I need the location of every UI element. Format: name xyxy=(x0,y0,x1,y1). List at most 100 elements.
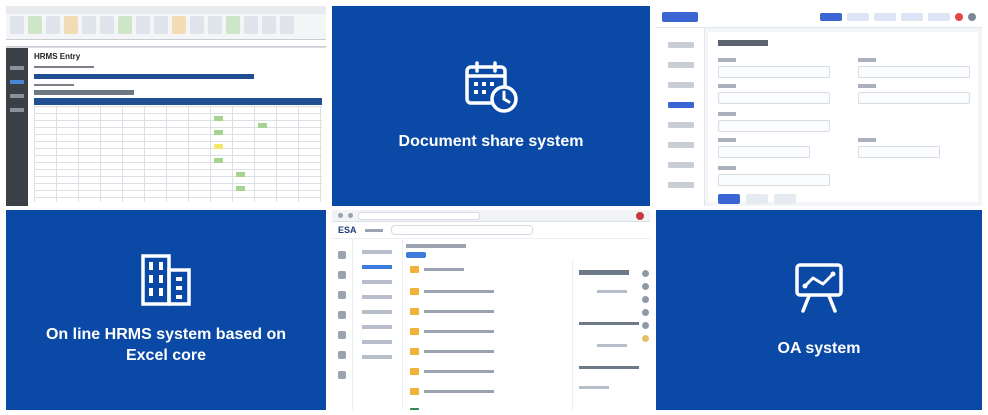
oa-topbar xyxy=(656,6,982,28)
table-header xyxy=(34,98,322,105)
oa-sidebar xyxy=(656,28,705,206)
ribbon-button xyxy=(280,16,294,34)
hrms-tile[interactable]: On line HRMS system based on Excel core xyxy=(6,210,326,410)
notification-badge xyxy=(955,12,963,21)
ribbon-button xyxy=(10,16,24,34)
address-bar xyxy=(358,211,480,220)
oa-system-tile[interactable]: OA system xyxy=(656,210,982,410)
grid-cell xyxy=(258,123,267,128)
search-field xyxy=(390,225,533,235)
panel-message xyxy=(597,290,627,293)
browser-tabbar xyxy=(332,210,650,222)
form-field xyxy=(858,146,940,158)
rail-icon xyxy=(338,311,346,319)
form-field xyxy=(718,174,830,186)
folder-icon xyxy=(410,327,419,335)
tile-label: Document share system xyxy=(398,132,584,150)
form-field xyxy=(718,66,830,78)
folder-icon xyxy=(410,367,419,375)
sidebar-item xyxy=(668,142,694,148)
nav-item xyxy=(362,325,392,329)
rail-icon xyxy=(338,371,346,379)
rail-icon xyxy=(338,331,346,339)
panel-input xyxy=(579,386,609,389)
document-share-tile[interactable]: Document share system xyxy=(332,6,650,206)
grid-cell xyxy=(214,158,223,163)
brand-sub xyxy=(364,228,383,232)
sidebar-item xyxy=(10,66,24,70)
item-name xyxy=(424,309,494,313)
breadcrumb xyxy=(406,244,466,248)
excel-titlebar xyxy=(6,6,326,14)
sheet-filter-bar xyxy=(34,90,134,95)
ribbon-button xyxy=(118,16,132,34)
sheet-banner xyxy=(34,74,254,79)
form-field xyxy=(858,92,970,104)
item-name xyxy=(424,409,494,410)
excel-ribbon xyxy=(6,14,326,40)
data-grid xyxy=(34,106,322,202)
avatar xyxy=(641,322,649,329)
item-name xyxy=(424,329,494,333)
submit-button xyxy=(718,194,740,204)
ribbon-button xyxy=(46,16,60,34)
sheet-text xyxy=(34,66,94,68)
nav-item xyxy=(362,310,392,314)
folder-icon xyxy=(410,307,419,315)
item-name xyxy=(424,267,464,271)
presentation-board-icon xyxy=(791,262,847,314)
sidebar-item xyxy=(668,102,694,108)
panel-title xyxy=(579,270,629,275)
ribbon-button xyxy=(100,16,114,34)
app-toolbar: ESA xyxy=(332,222,650,239)
folder-icon xyxy=(410,265,419,273)
rail-icon xyxy=(338,291,346,299)
nav-item xyxy=(362,265,392,269)
hrms-sidebar xyxy=(6,48,28,206)
ribbon-button xyxy=(28,16,42,34)
ribbon-button xyxy=(172,16,186,34)
tile-label: On line HRMS system based on Excel core xyxy=(45,326,287,364)
new-button xyxy=(406,252,426,258)
item-name xyxy=(424,369,494,373)
chat-panel xyxy=(572,260,640,410)
sidebar-item xyxy=(668,62,694,68)
sidebar-item xyxy=(10,80,24,84)
grid-cell xyxy=(236,172,245,177)
excel-formula-bar xyxy=(6,40,326,47)
ribbon-button xyxy=(226,16,240,34)
list-item xyxy=(410,306,494,316)
tile-label: OA system xyxy=(777,339,861,357)
form-field xyxy=(858,66,970,78)
oa-nav-tab xyxy=(928,12,950,21)
avatar xyxy=(641,335,649,342)
folder-nav xyxy=(354,239,403,410)
ribbon-button xyxy=(208,16,222,34)
excel-file-icon xyxy=(410,407,419,410)
oa-logo xyxy=(662,11,698,22)
list-item xyxy=(410,406,494,410)
folder-icon xyxy=(410,387,419,395)
oa-web-screenshot xyxy=(656,6,982,206)
list-item xyxy=(410,346,494,356)
panel-message xyxy=(579,322,639,325)
field-label xyxy=(718,58,736,62)
item-name xyxy=(424,289,494,293)
grid-cell xyxy=(214,144,223,149)
ribbon-button xyxy=(190,16,204,34)
form-field xyxy=(718,146,810,158)
field-label xyxy=(718,138,736,142)
ribbon-button xyxy=(154,16,168,34)
item-name xyxy=(424,389,494,393)
field-label xyxy=(858,58,876,62)
ribbon-button xyxy=(262,16,276,34)
panel-message xyxy=(579,366,639,369)
field-label xyxy=(718,84,736,88)
sidebar-item xyxy=(10,108,24,112)
list-item xyxy=(410,326,494,336)
app-rail xyxy=(332,239,353,410)
sidebar-item xyxy=(668,122,694,128)
sheet-title: HRMS Entry xyxy=(34,52,81,61)
grid-cell xyxy=(236,186,245,191)
secondary-button xyxy=(746,194,768,204)
